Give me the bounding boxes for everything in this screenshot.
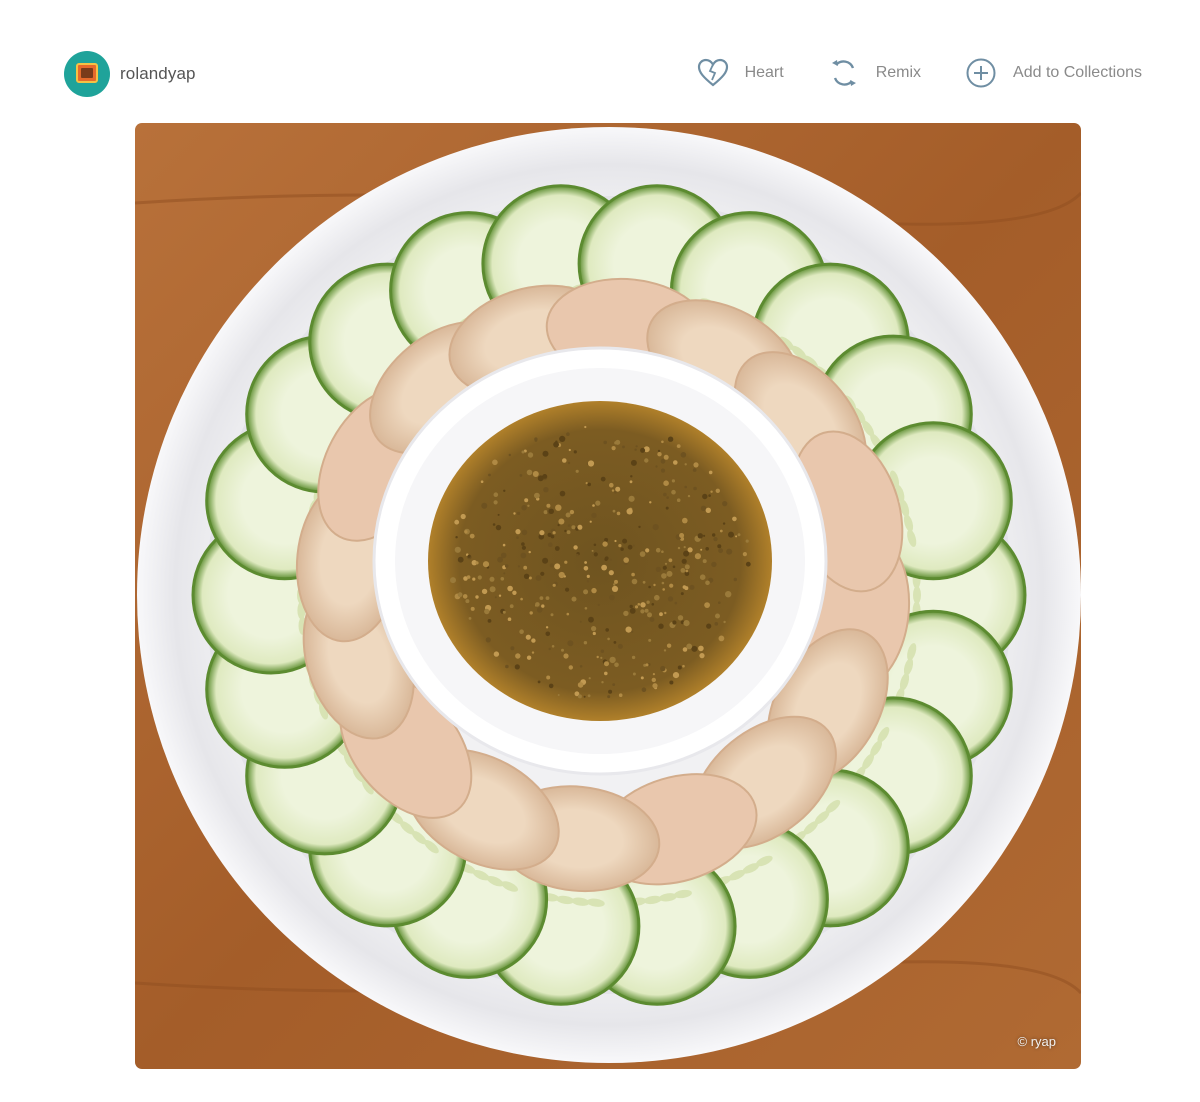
post-photo[interactable]: © ryap bbox=[135, 123, 1081, 1069]
add-to-collections-label: Add to Collections bbox=[1013, 64, 1142, 81]
chicken-dish-image bbox=[135, 123, 1081, 1069]
plus-circle-icon bbox=[966, 58, 996, 88]
remix-button[interactable]: Remix bbox=[828, 57, 921, 89]
heart-icon bbox=[697, 58, 728, 87]
add-to-collections-button[interactable]: Add to Collections bbox=[965, 57, 1142, 89]
avatar[interactable] bbox=[64, 51, 110, 97]
heart-label: Heart bbox=[744, 64, 784, 81]
username[interactable]: rolandyap bbox=[120, 64, 196, 84]
tv-icon bbox=[76, 63, 98, 83]
photo-credit: © ryap bbox=[1017, 1034, 1056, 1049]
post-actions: Heart Remix Add to Collections bbox=[697, 56, 1142, 90]
heart-button[interactable]: Heart bbox=[697, 58, 784, 88]
post-header: rolandyap Heart Remix Add to Collections bbox=[0, 0, 1200, 120]
remix-icon bbox=[831, 60, 856, 86]
remix-label: Remix bbox=[875, 64, 922, 81]
author[interactable]: rolandyap bbox=[64, 50, 196, 98]
